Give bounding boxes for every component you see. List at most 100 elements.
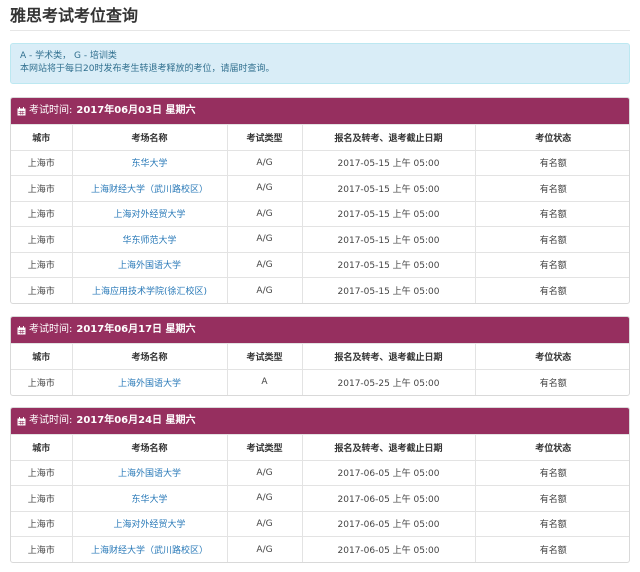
table-row: 上海市 上海财经大学（武川路校区） A/G 2017-05-15 上午 05:00 有名… (11, 175, 629, 201)
column-header: 考位状态 (475, 434, 629, 460)
table-row: 上海市 华东师范大学 A/G 2017-05-15 上午 05:00 有名额 (11, 226, 629, 252)
venue-cell: 上海应用技术学院(徐汇校区) (72, 277, 228, 303)
table-row: 上海市 东华大学 A/G 2017-06-05 上午 05:00 有名额 (11, 485, 629, 511)
exam-date: 2017年06月24日 星期六 (76, 415, 196, 426)
deadline-cell: 2017-05-15 上午 05:00 (302, 251, 476, 278)
venue-cell: 上海财经大学（武川路校区） (72, 175, 228, 201)
exam-type-cell: A/G (227, 510, 303, 537)
deadline-cell: 2017-06-05 上午 05:00 (302, 536, 476, 562)
city-cell: 上海市 (11, 485, 73, 511)
deadline-cell: 2017-05-15 上午 05:00 (302, 226, 476, 252)
exam-session-panel: 考试时间: 2017年06月03日 星期六 城市 考场名称 考试类型 报名及转考、退考截止… (10, 97, 630, 304)
exam-time-label: 考试时间: (29, 324, 73, 335)
calendar-icon (17, 416, 26, 426)
exam-type-cell: A/G (227, 226, 303, 252)
exam-date: 2017年06月03日 星期六 (76, 105, 196, 116)
venue-link[interactable]: 上海对外经贸大学 (113, 210, 185, 220)
exam-type-cell: A/G (227, 277, 303, 303)
table-header-row: 城市 考场名称 考试类型 报名及转考、退考截止日期 考位状态 (11, 124, 629, 150)
exam-type-cell: A/G (227, 251, 303, 278)
venue-cell: 东华大学 (72, 485, 228, 511)
venue-cell: 上海对外经贸大学 (72, 510, 228, 537)
table-row: 上海市 上海对外经贸大学 A/G 2017-05-15 上午 05:00 有名额 (11, 200, 629, 227)
venue-link[interactable]: 上海应用技术学院(徐汇校区) (92, 287, 207, 297)
seat-status-cell: 有名额 (475, 536, 629, 562)
city-cell: 上海市 (11, 459, 73, 486)
table-row: 上海市 上海财经大学（武川路校区） A/G 2017-06-05 上午 05:00 有名… (11, 536, 629, 562)
venue-link[interactable]: 上海财经大学（武川路校区） (91, 546, 208, 556)
column-header: 考试类型 (227, 434, 303, 460)
column-header: 考试类型 (227, 343, 303, 369)
seat-status-cell: 有名额 (475, 175, 629, 201)
city-cell: 上海市 (11, 149, 73, 176)
city-cell: 上海市 (11, 277, 73, 303)
column-header: 考场名称 (72, 434, 228, 460)
city-cell: 上海市 (11, 175, 73, 201)
deadline-cell: 2017-05-25 上午 05:00 (302, 368, 476, 395)
deadline-cell: 2017-05-15 上午 05:00 (302, 149, 476, 176)
exam-session-panel: 考试时间: 2017年06月17日 星期六城市 考场名称 考试类型 报名及转考、退考截止… (10, 316, 630, 396)
exam-venue-table: 城市 考场名称 考试类型 报名及转考、退考截止日期 考位状态 上海市 上海外国语大学 A/G 2… (11, 434, 629, 562)
calendar-icon (17, 106, 26, 116)
exam-type-cell: A/G (227, 485, 303, 511)
deadline-cell: 2017-05-15 上午 05:00 (302, 175, 476, 201)
venue-cell: 东华大学 (72, 149, 228, 176)
deadline-cell: 2017-05-15 上午 05:00 (302, 277, 476, 303)
seat-status-cell: 有名额 (475, 251, 629, 278)
column-header: 考试类型 (227, 124, 303, 150)
seat-status-cell: 有名额 (475, 149, 629, 176)
exam-venue-table: 城市 考场名称 考试类型 报名及转考、退考截止日期 考位状态 上海市 上海外国语大学 A 201… (11, 343, 629, 395)
table-row: 上海市 上海对外经贸大学 A/G 2017-06-05 上午 05:00 有名额 (11, 510, 629, 537)
venue-link[interactable]: 上海外国语大学 (118, 261, 181, 271)
venue-link[interactable]: 上海对外经贸大学 (113, 520, 185, 530)
title-divider (10, 30, 630, 31)
venue-link[interactable]: 上海财经大学（武川路校区） (91, 185, 208, 195)
exam-time-label: 考试时间: (29, 415, 73, 426)
exam-type-cell: A/G (227, 536, 303, 562)
table-row: 上海市 上海外国语大学 A 2017-05-25 上午 05:00 有名额 (11, 368, 629, 395)
venue-link[interactable]: 东华大学 (131, 495, 167, 505)
seat-status-cell: 有名额 (475, 459, 629, 486)
info-alert: A - 学术类， G - 培训类 本网站将于每日20时发布考生转退考释放的考位，… (10, 43, 630, 84)
city-cell: 上海市 (11, 536, 73, 562)
city-cell: 上海市 (11, 510, 73, 537)
venue-cell: 上海外国语大学 (72, 459, 228, 486)
column-header: 考位状态 (475, 124, 629, 150)
exam-type-cell: A/G (227, 149, 303, 176)
city-cell: 上海市 (11, 251, 73, 278)
seat-status-cell: 有名额 (475, 485, 629, 511)
city-cell: 上海市 (11, 200, 73, 227)
table-row: 上海市 东华大学 A/G 2017-05-15 上午 05:00 有名额 (11, 149, 629, 176)
calendar-icon (17, 325, 26, 335)
exam-venue-table: 城市 考场名称 考试类型 报名及转考、退考截止日期 考位状态 上海市 东华大学 A/G 2017… (11, 124, 629, 303)
city-cell: 上海市 (11, 368, 73, 395)
column-header: 报名及转考、退考截止日期 (302, 343, 476, 369)
column-header: 城市 (11, 124, 73, 150)
exam-session-header: 考试时间: 2017年06月24日 星期六 (11, 408, 629, 434)
venue-link[interactable]: 上海外国语大学 (118, 469, 181, 479)
seat-status-cell: 有名额 (475, 277, 629, 303)
deadline-cell: 2017-06-05 上午 05:00 (302, 485, 476, 511)
page-title: 雅思考试考位查询 (10, 6, 139, 25)
seat-status-cell: 有名额 (475, 200, 629, 227)
deadline-cell: 2017-05-15 上午 05:00 (302, 200, 476, 227)
exam-type-cell: A/G (227, 459, 303, 486)
table-row: 上海市 上海外国语大学 A/G 2017-06-05 上午 05:00 有名额 (11, 459, 629, 486)
table-header-row: 城市 考场名称 考试类型 报名及转考、退考截止日期 考位状态 (11, 434, 629, 460)
table-header-row: 城市 考场名称 考试类型 报名及转考、退考截止日期 考位状态 (11, 343, 629, 369)
venue-link[interactable]: 上海外国语大学 (118, 379, 181, 389)
column-header: 考场名称 (72, 343, 228, 369)
info-line-release-notice: 本网站将于每日20时发布考生转退考释放的考位，请届时查询。 (20, 64, 275, 74)
exam-session-panel: 考试时间: 2017年06月24日 星期六 城市 考场名称 考试类型 报名及转考、退考截止… (10, 407, 630, 563)
exam-time-label: 考试时间: (29, 105, 73, 116)
venue-link[interactable]: 东华大学 (131, 159, 167, 169)
venue-cell: 上海财经大学（武川路校区） (72, 536, 228, 562)
exam-session-header: 考试时间: 2017年06月03日 星期六 (11, 98, 629, 124)
table-row: 上海市 上海外国语大学 A/G 2017-05-15 上午 05:00 有名额 (11, 251, 629, 278)
column-header: 考场名称 (72, 124, 228, 150)
exam-date: 2017年06月17日 星期六 (76, 324, 196, 335)
exam-type-cell: A/G (227, 175, 303, 201)
deadline-cell: 2017-06-05 上午 05:00 (302, 459, 476, 486)
column-header: 城市 (11, 434, 73, 460)
venue-link[interactable]: 华东师范大学 (122, 236, 176, 246)
